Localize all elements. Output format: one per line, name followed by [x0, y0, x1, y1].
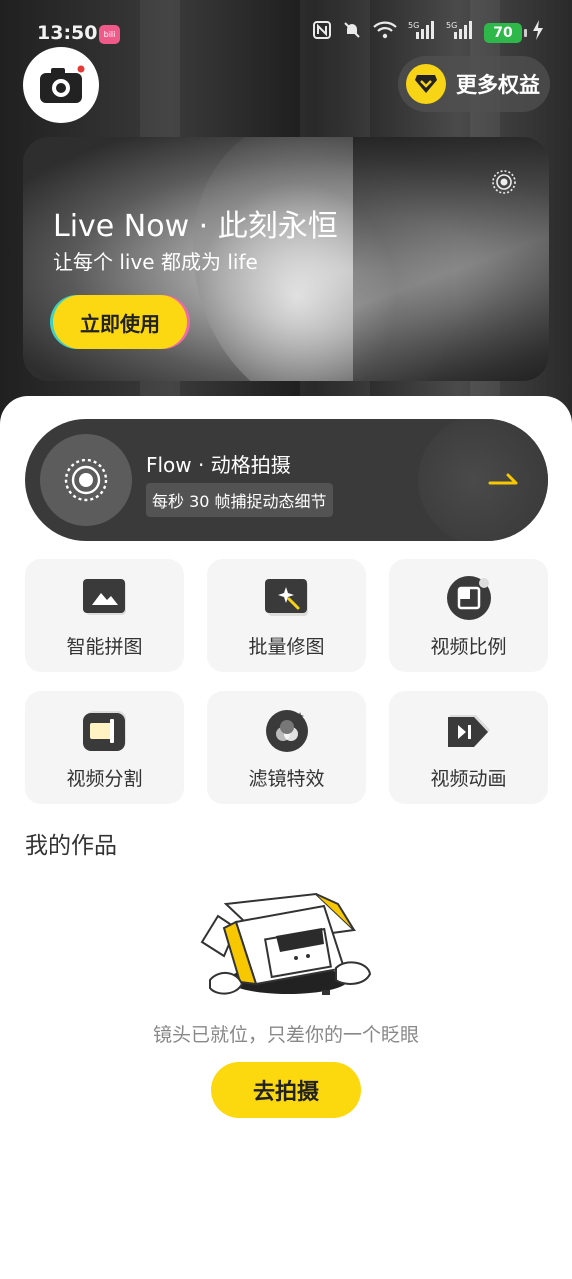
video-ratio-icon — [447, 576, 491, 620]
tool-filter-effects[interactable]: 滤镜特效 — [207, 691, 366, 804]
go-shoot-button[interactable]: 去拍摄 — [211, 1062, 361, 1118]
tool-video-animation[interactable]: 视频动画 — [389, 691, 548, 804]
live-photo-icon — [492, 170, 516, 194]
flow-card-glow — [418, 419, 548, 541]
tool-video-ratio[interactable]: 视频比例 — [389, 559, 548, 672]
camera-icon — [40, 65, 85, 103]
tool-label: 视频分割 — [66, 768, 143, 790]
batch-edit-icon — [265, 579, 308, 616]
signal-5g-icon: 5G — [408, 20, 436, 45]
charging-icon — [532, 20, 544, 45]
collage-icon — [83, 579, 126, 615]
camera-button[interactable] — [23, 47, 99, 123]
empty-state-text: 镜头已就位，只差你的一个眨眼 — [152, 1024, 419, 1046]
bilibili-icon: bili — [99, 25, 120, 44]
wifi-icon — [372, 20, 398, 45]
live-now-banner[interactable]: Live Now · 此刻永恒 让每个 live 都成为 life 立即使用 — [23, 137, 549, 381]
tool-video-split[interactable]: 视频分割 — [25, 691, 184, 804]
more-benefits-button[interactable]: 更多权益 — [398, 56, 550, 112]
use-now-button[interactable]: 立即使用 — [53, 295, 187, 349]
battery-indicator: 70 — [484, 22, 527, 43]
tool-batch-edit[interactable]: 批量修图 — [207, 559, 366, 672]
banner-title: Live Now · 此刻永恒 — [53, 209, 338, 244]
tool-label: 视频比例 — [430, 636, 507, 658]
flow-icon — [40, 434, 132, 526]
banner-photo-shade — [353, 137, 549, 381]
tool-label: 批量修图 — [248, 636, 325, 658]
tool-smart-collage[interactable]: 智能拼图 — [25, 559, 184, 672]
diamond-icon — [406, 64, 446, 104]
more-benefits-label: 更多权益 — [456, 73, 540, 97]
mute-icon — [342, 20, 362, 45]
tool-label: 智能拼图 — [66, 636, 143, 658]
nfc-icon — [312, 20, 332, 45]
banner-subtitle: 让每个 live 都成为 life — [53, 250, 258, 274]
tool-label: 滤镜特效 — [248, 768, 325, 790]
empty-box-illustration — [200, 892, 372, 995]
tool-label: 视频动画 — [430, 768, 507, 790]
svg-text:5G: 5G — [408, 21, 419, 30]
flow-title: Flow · 动格拍摄 — [146, 453, 291, 477]
arrow-right-icon — [488, 473, 518, 485]
filter-effects-icon — [266, 710, 308, 752]
my-works-title: 我的作品 — [25, 833, 117, 859]
flow-card[interactable]: Flow · 动格拍摄 每秒 30 帧捕捉动态细节 — [25, 419, 548, 541]
video-animation-icon — [448, 715, 490, 747]
status-icons: 5G 5G 70 — [312, 20, 544, 45]
svg-text:5G: 5G — [446, 21, 457, 30]
status-time: 13:50 — [37, 22, 98, 44]
video-split-icon — [83, 711, 126, 751]
flow-tag: 每秒 30 帧捕捉动态细节 — [146, 483, 333, 517]
signal-5g-icon: 5G — [446, 20, 474, 45]
